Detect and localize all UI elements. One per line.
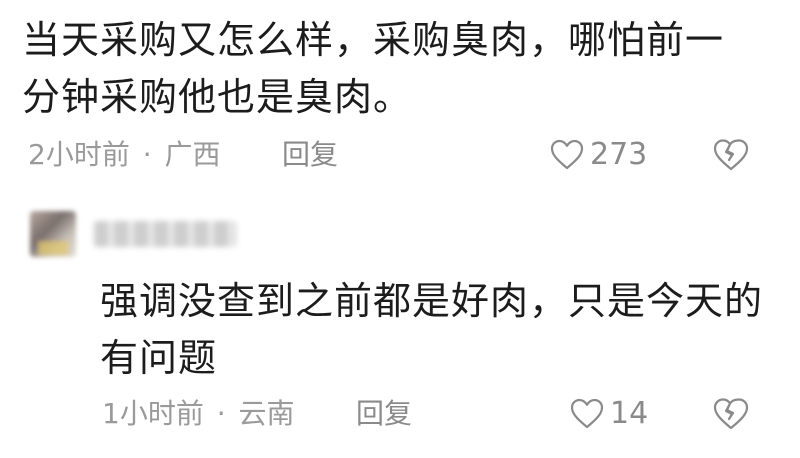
heart-outline-icon bbox=[550, 139, 584, 170]
comment-2-line-2: 有问题 bbox=[100, 336, 218, 380]
comment-1-like-button[interactable]: 273 bbox=[550, 138, 647, 172]
comment-1-location: 广西 bbox=[164, 138, 221, 171]
comment-2-time: 1小时前 bbox=[102, 397, 204, 430]
comment-2-location: 云南 bbox=[238, 397, 295, 430]
comment-2-like-button[interactable]: 14 bbox=[570, 397, 648, 431]
comment-2-like-count: 14 bbox=[610, 396, 649, 431]
comment-2-separator: · bbox=[216, 397, 226, 430]
broken-heart-icon[interactable] bbox=[713, 397, 749, 431]
comment-2-reply-button[interactable]: 回复 bbox=[356, 397, 412, 431]
broken-heart-icon[interactable] bbox=[713, 138, 749, 172]
comment-1-text: 当天采购又怎么样，采购臭肉，哪怕前一 分钟采购他也是臭肉。 bbox=[22, 12, 724, 126]
comment-1-time: 2小时前 bbox=[28, 138, 130, 171]
comment-2-meta: 1小时前 · 云南 bbox=[102, 397, 295, 431]
heart-outline-icon bbox=[570, 398, 604, 429]
comment-1-reply-button[interactable]: 回复 bbox=[282, 138, 338, 172]
comment-1-line-1: 当天采购又怎么样，采购臭肉，哪怕前一 bbox=[22, 18, 725, 62]
comment-1-like-count: 273 bbox=[590, 137, 648, 172]
comment-1-separator: · bbox=[142, 138, 152, 171]
avatar[interactable] bbox=[30, 211, 76, 257]
comment-2-line-1: 强调没查到之前都是好肉，只是今天的 bbox=[100, 279, 764, 323]
username-blurred[interactable] bbox=[94, 221, 236, 247]
comment-1-line-2: 分钟采购他也是臭肉。 bbox=[22, 75, 413, 119]
comment-1-meta: 2小时前 · 广西 bbox=[28, 138, 221, 172]
comment-thread: 当天采购又怎么样，采购臭肉，哪怕前一 分钟采购他也是臭肉。 2小时前 · 广西 … bbox=[0, 0, 800, 458]
comment-2-text: 强调没查到之前都是好肉，只是今天的 有问题 bbox=[100, 273, 763, 387]
